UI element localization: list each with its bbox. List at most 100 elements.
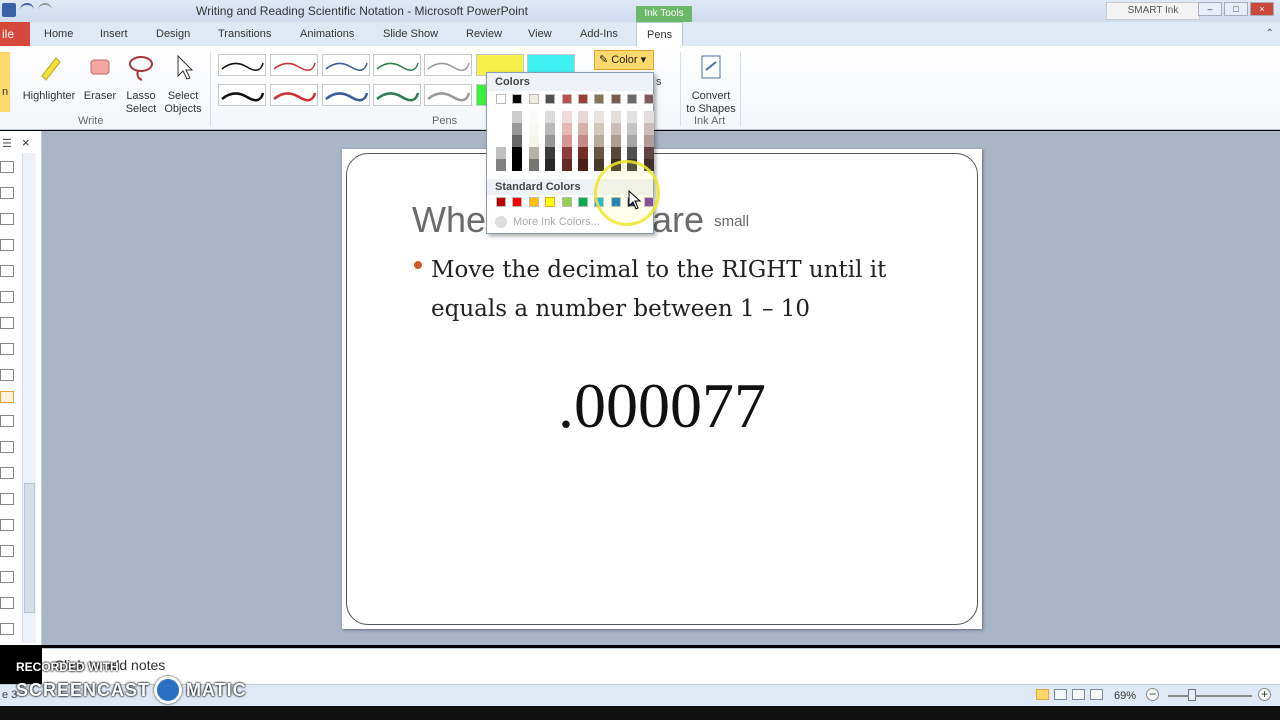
theme-color-shade-swatch[interactable] <box>627 111 638 123</box>
theme-color-shade-swatch[interactable] <box>512 111 523 123</box>
slide-thumbnail[interactable] <box>0 415 14 427</box>
theme-color-shade-swatch[interactable] <box>512 147 523 159</box>
theme-color-swatch[interactable] <box>578 94 588 104</box>
theme-color-shade-swatch[interactable] <box>545 135 556 147</box>
close-icon[interactable]: × <box>1250 2 1274 16</box>
theme-color-swatch[interactable] <box>561 94 572 104</box>
tab-design[interactable]: Design <box>156 28 190 40</box>
pen-style-gray-thick[interactable] <box>424 84 472 106</box>
theme-color-shade-swatch[interactable] <box>594 135 605 147</box>
pen-style-blue-thin[interactable] <box>322 54 370 76</box>
theme-color-shade-swatch[interactable] <box>561 159 572 171</box>
select-objects-button[interactable]: Select Objects <box>162 52 204 116</box>
theme-color-shade-swatch[interactable] <box>561 147 572 159</box>
slide-thumbnail[interactable] <box>0 519 14 531</box>
minimize-icon[interactable]: – <box>1198 2 1222 16</box>
theme-color-shade-swatch[interactable] <box>561 135 572 147</box>
tab-transitions[interactable]: Transitions <box>218 28 271 40</box>
theme-color-swatch[interactable] <box>545 94 556 104</box>
theme-color-shade-swatch[interactable] <box>578 159 588 171</box>
smart-ink-button[interactable]: SMART Ink <box>1106 2 1200 20</box>
standard-color-swatch[interactable] <box>561 197 572 207</box>
pen-style-red-thick[interactable] <box>270 84 318 106</box>
theme-color-swatch[interactable] <box>496 94 506 104</box>
highlighter-button[interactable]: Highlighter <box>18 52 80 103</box>
undo-icon[interactable] <box>20 3 34 17</box>
pen-style-black-thin[interactable] <box>218 54 266 76</box>
theme-color-shade-swatch[interactable] <box>545 147 556 159</box>
slide-thumbnail[interactable] <box>0 213 14 225</box>
theme-color-shade-swatch[interactable] <box>610 135 621 147</box>
slides-pane-scrollbar[interactable] <box>22 153 36 643</box>
zoom-in-icon[interactable]: + <box>1258 688 1271 701</box>
slide-thumbnail[interactable] <box>0 545 14 557</box>
theme-color-swatch[interactable] <box>528 94 539 104</box>
redo-icon[interactable] <box>38 3 52 17</box>
theme-color-shade-swatch[interactable] <box>512 159 523 171</box>
theme-color-shade-swatch[interactable] <box>643 147 654 159</box>
slide-thumbnail[interactable] <box>0 317 14 329</box>
theme-color-shade-swatch[interactable] <box>496 159 506 171</box>
theme-color-shade-swatch[interactable] <box>512 123 523 135</box>
slideshow-view-icon[interactable] <box>1090 689 1103 700</box>
theme-color-shade-swatch[interactable] <box>643 135 654 147</box>
theme-color-shade-swatch[interactable] <box>594 111 605 123</box>
theme-color-swatch[interactable] <box>512 94 523 104</box>
pen-color-button[interactable]: ✎ Color ▾ <box>594 50 654 70</box>
tab-animations[interactable]: Animations <box>300 28 354 40</box>
theme-color-shade-swatch[interactable] <box>545 123 556 135</box>
pane-close-icon[interactable]: × <box>22 135 30 150</box>
slide-thumbnail[interactable] <box>0 161 14 173</box>
ribbon-collapse-icon[interactable]: ⌃ <box>1266 28 1274 39</box>
theme-color-shade-swatch[interactable] <box>545 159 556 171</box>
reading-view-icon[interactable] <box>1072 689 1085 700</box>
theme-color-swatch[interactable] <box>627 94 638 104</box>
pen-style-black-thick[interactable] <box>218 84 266 106</box>
theme-color-shade-swatch[interactable] <box>643 111 654 123</box>
slide-thumbnail[interactable] <box>0 571 14 583</box>
theme-color-shade-swatch[interactable] <box>610 147 621 159</box>
tab-pens[interactable]: Pens <box>636 22 684 46</box>
decimal-number[interactable]: .000077 <box>342 369 982 443</box>
pen-style-gray-thin[interactable] <box>424 54 472 76</box>
slide-thumbnail[interactable] <box>0 597 14 609</box>
theme-color-shade-swatch[interactable] <box>528 135 539 147</box>
theme-color-shade-swatch[interactable] <box>627 123 638 135</box>
slide-thumbnail[interactable] <box>0 239 14 251</box>
standard-color-swatch[interactable] <box>496 197 506 207</box>
scrollbar-thumb[interactable] <box>24 483 35 613</box>
more-ink-colors-item[interactable]: More Ink Colors... <box>495 216 600 228</box>
theme-color-swatch[interactable] <box>594 94 605 104</box>
theme-color-shade-swatch[interactable] <box>578 111 588 123</box>
slide-thumbnail[interactable] <box>0 493 14 505</box>
theme-color-shade-swatch[interactable] <box>610 123 621 135</box>
theme-color-shade-swatch[interactable] <box>578 147 588 159</box>
tab-file[interactable]: ile <box>0 22 30 46</box>
tab-home[interactable]: Home <box>44 28 73 40</box>
pen-button[interactable]: n <box>0 52 10 112</box>
lasso-select-button[interactable]: Lasso Select <box>122 52 160 116</box>
zoom-slider-track[interactable] <box>1168 695 1252 697</box>
standard-color-swatch[interactable] <box>528 197 539 207</box>
standard-color-swatch[interactable] <box>578 197 588 207</box>
normal-view-icon[interactable] <box>1036 689 1049 700</box>
theme-color-shade-swatch[interactable] <box>561 123 572 135</box>
tab-add-ins[interactable]: Add-Ins <box>580 28 618 40</box>
outline-tab-icon[interactable]: ☰ <box>2 137 12 150</box>
slide-thumbnail[interactable] <box>0 623 14 635</box>
theme-color-shade-swatch[interactable] <box>610 111 621 123</box>
convert-to-shapes-button[interactable]: Convert to Shapes <box>684 52 738 116</box>
theme-color-swatch[interactable] <box>643 94 654 104</box>
theme-color-shade-swatch[interactable] <box>578 123 588 135</box>
theme-color-shade-swatch[interactable] <box>594 123 605 135</box>
theme-color-shade-swatch[interactable] <box>528 147 539 159</box>
pen-style-green-thin[interactable] <box>373 54 421 76</box>
standard-color-swatch[interactable] <box>512 197 523 207</box>
slide-thumbnail[interactable] <box>0 441 14 453</box>
pen-style-green-thick[interactable] <box>373 84 421 106</box>
theme-color-shade-swatch[interactable] <box>561 111 572 123</box>
theme-color-swatch[interactable] <box>610 94 621 104</box>
slide-thumbnail[interactable] <box>0 265 14 277</box>
theme-color-shade-swatch[interactable] <box>627 135 638 147</box>
theme-color-shade-swatch[interactable] <box>496 123 506 135</box>
